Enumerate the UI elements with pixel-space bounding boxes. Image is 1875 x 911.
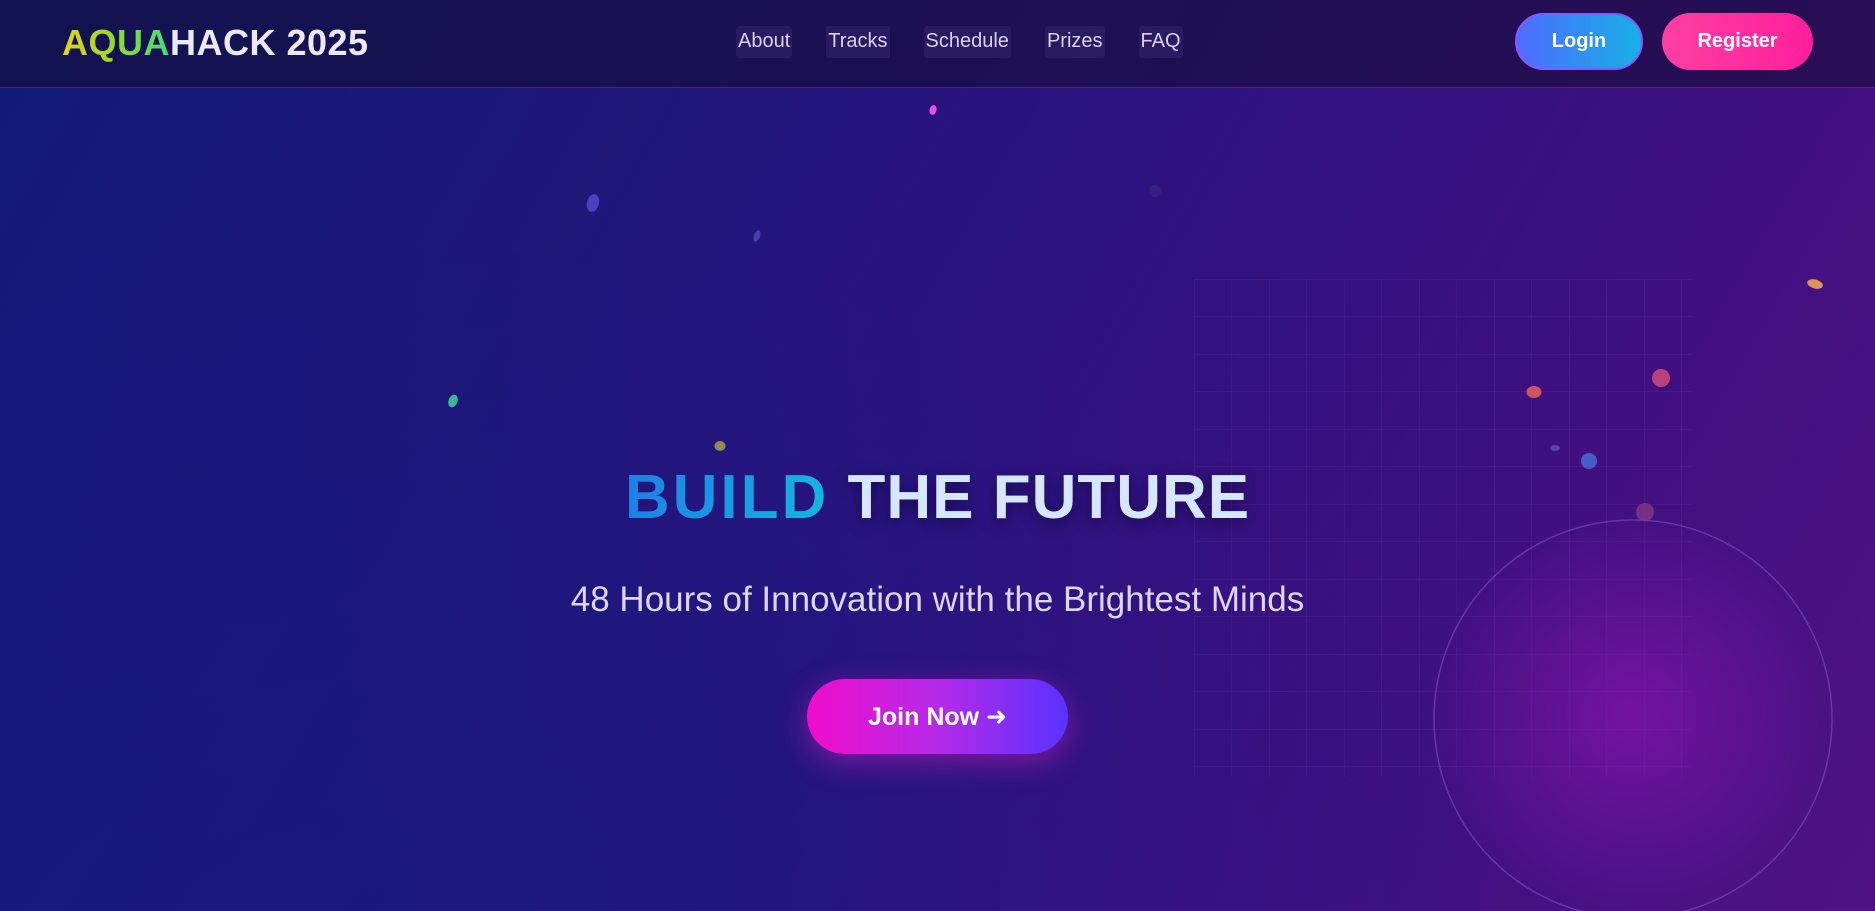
logo-accent-text: AQUA	[62, 22, 170, 63]
particle	[1550, 445, 1560, 451]
particle	[448, 394, 458, 408]
nav-link-tracks[interactable]: Tracks	[826, 26, 890, 58]
hero-title-accent: BUILD	[624, 463, 830, 532]
logo-main-text: HACK 2025	[170, 22, 369, 63]
particle	[929, 105, 937, 115]
particle	[1807, 279, 1823, 289]
nav-link-prizes[interactable]: Prizes	[1044, 26, 1105, 58]
login-button[interactable]: Login	[1515, 13, 1643, 70]
nav-link-schedule[interactable]: Schedule	[923, 26, 1011, 58]
particle	[1652, 369, 1670, 387]
background-decoration	[448, 105, 1833, 911]
particle	[753, 230, 761, 242]
hero-subtitle: 48 Hours of Innovation with the Brightes…	[570, 580, 1305, 619]
hero-title: BUILD THE FUTURE	[0, 462, 1875, 534]
top-navbar: AQUAHACK 2025 About Tracks Schedule Priz…	[0, 0, 1875, 88]
particle	[1526, 386, 1542, 398]
brand-logo[interactable]: AQUAHACK 2025	[62, 22, 369, 64]
main-nav: About Tracks Schedule Prizes FAQ	[736, 26, 1183, 58]
hero-title-rest: THE FUTURE	[847, 463, 1251, 532]
particle	[1149, 185, 1161, 197]
nav-link-about[interactable]: About	[736, 26, 793, 58]
join-now-label: Join Now ➜	[867, 702, 1007, 731]
nav-link-faq[interactable]: FAQ	[1138, 26, 1183, 58]
particle	[586, 194, 600, 212]
register-button[interactable]: Register	[1662, 13, 1813, 70]
particle	[714, 441, 726, 451]
join-now-button[interactable]: Join Now ➜	[807, 679, 1068, 754]
